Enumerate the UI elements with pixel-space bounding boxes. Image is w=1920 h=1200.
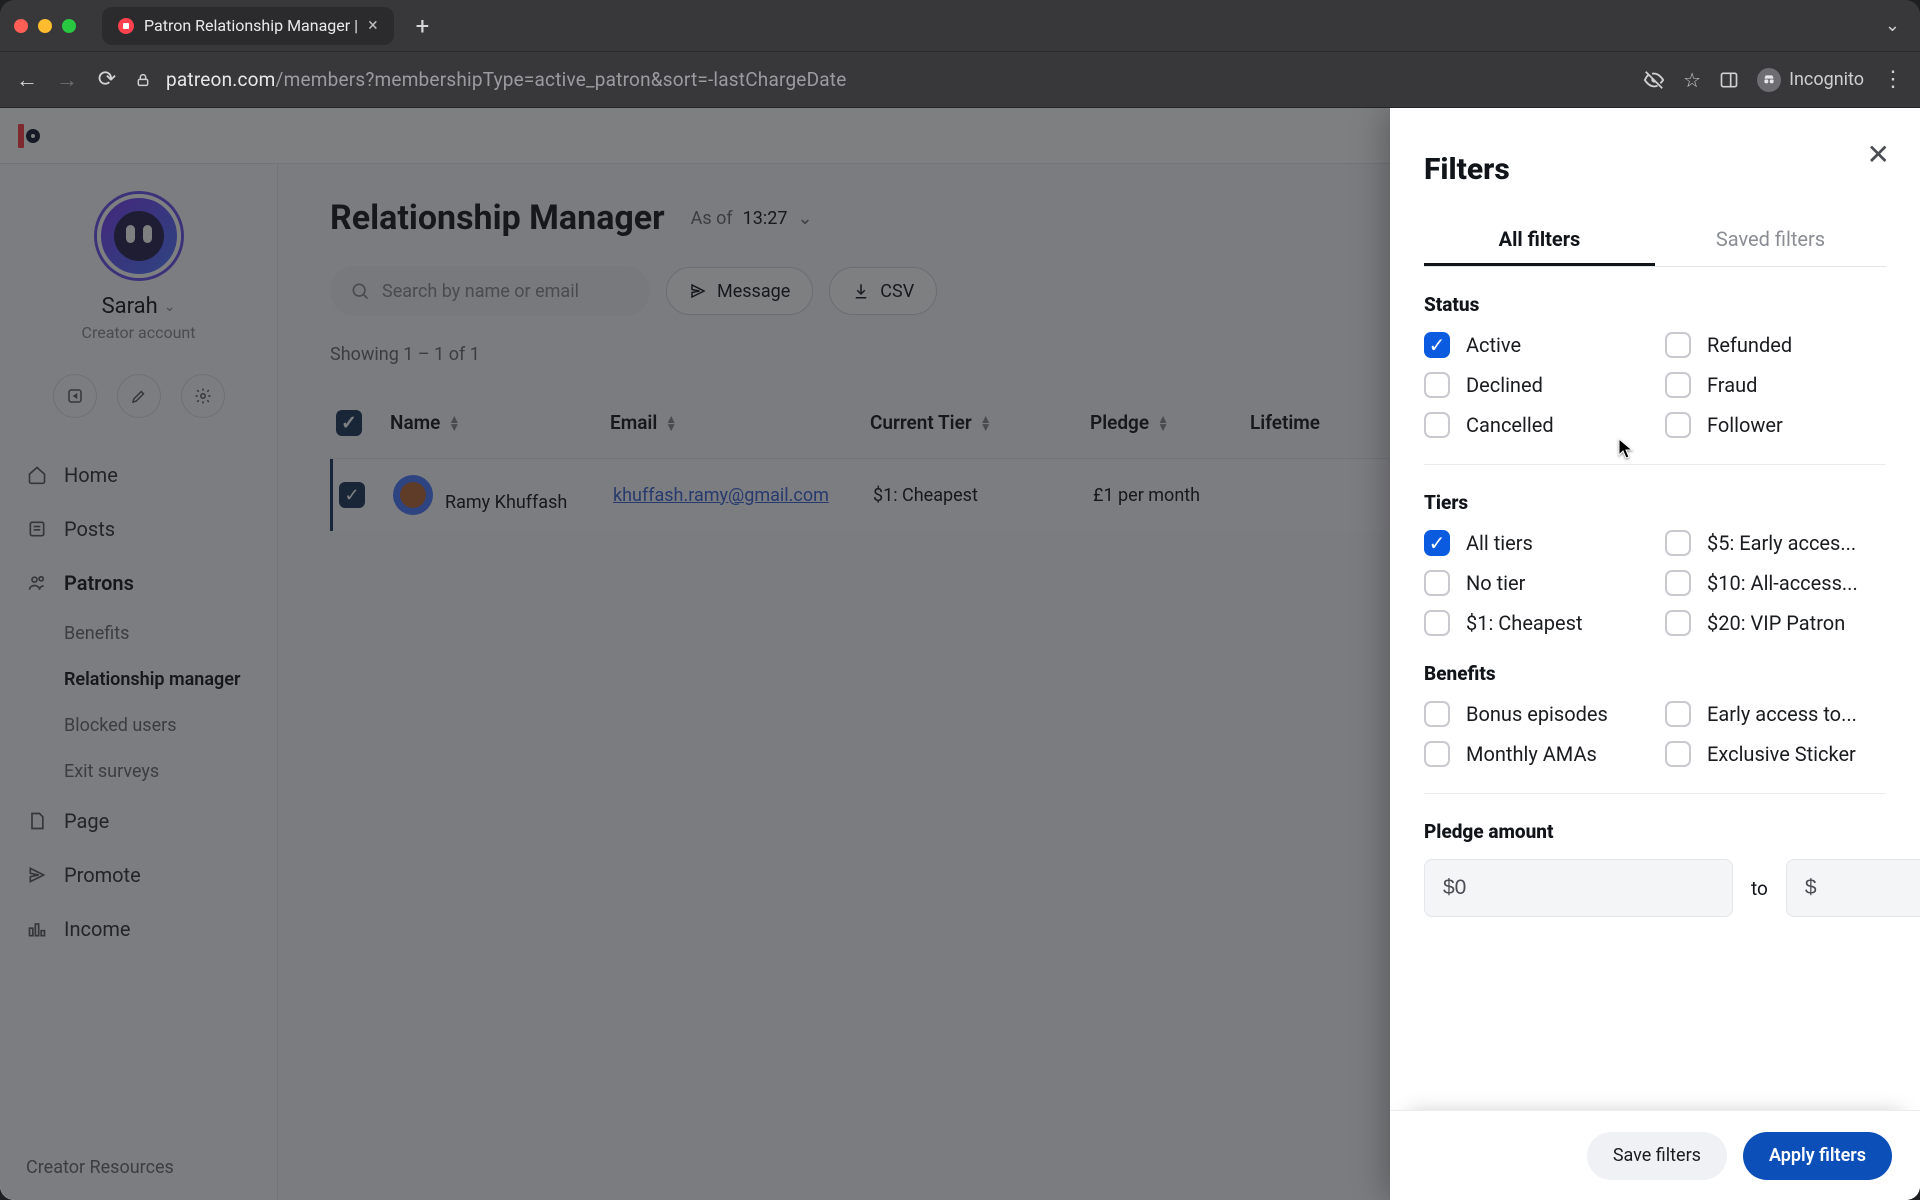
- benefit-early[interactable]: Early access to...: [1665, 701, 1886, 727]
- url-domain: patreon.com: [166, 68, 276, 91]
- browser-tab[interactable]: Patron Relationship Manager | ×: [102, 7, 394, 45]
- status-cancelled[interactable]: Cancelled: [1424, 412, 1645, 438]
- window-titlebar: Patron Relationship Manager | × + ⌄: [0, 0, 1920, 52]
- tier-all[interactable]: ✓All tiers: [1424, 530, 1645, 556]
- favicon-patreon: [118, 18, 134, 34]
- nav-forward-button[interactable]: →: [54, 67, 80, 93]
- pledge-heading: Pledge amount: [1424, 820, 1886, 843]
- lock-icon[interactable]: [134, 71, 152, 89]
- nav-back-button[interactable]: ←: [14, 67, 40, 93]
- status-heading: Status: [1424, 293, 1886, 316]
- url-field[interactable]: patreon.com/members?membershipType=activ…: [166, 68, 1629, 91]
- pledge-max-input[interactable]: [1786, 859, 1920, 917]
- filter-tabs: All filters Saved filters: [1424, 215, 1886, 267]
- address-bar: ← → ⟳ patreon.com/members?membershipType…: [0, 52, 1920, 108]
- tier-none[interactable]: No tier: [1424, 570, 1645, 596]
- tier-5[interactable]: $5: Early acces...: [1665, 530, 1886, 556]
- tab-saved-filters[interactable]: Saved filters: [1655, 215, 1886, 266]
- new-tab-button[interactable]: +: [406, 12, 440, 40]
- nav-reload-button[interactable]: ⟳: [94, 67, 120, 92]
- panel-footer: Save filters Apply filters: [1390, 1110, 1920, 1200]
- status-follower[interactable]: Follower: [1665, 412, 1886, 438]
- status-fraud[interactable]: Fraud: [1665, 372, 1886, 398]
- benefit-bonus[interactable]: Bonus episodes: [1424, 701, 1645, 727]
- window-minimize[interactable]: [38, 19, 52, 33]
- tab-all-filters[interactable]: All filters: [1424, 215, 1655, 266]
- benefit-sticker[interactable]: Exclusive Sticker: [1665, 741, 1886, 767]
- pledge-min-input[interactable]: [1424, 859, 1733, 917]
- pledge-to-label: to: [1751, 877, 1768, 900]
- tabs-overflow-icon[interactable]: ⌄: [1879, 15, 1906, 36]
- star-icon[interactable]: ☆: [1683, 68, 1701, 92]
- close-panel-button[interactable]: ✕: [1867, 138, 1890, 171]
- browser-menu-icon[interactable]: ⋮: [1882, 67, 1906, 92]
- filters-panel: ✕ Filters All filters Saved filters Stat…: [1390, 108, 1920, 1200]
- incognito-icon: [1757, 68, 1781, 92]
- window-controls[interactable]: [14, 19, 76, 33]
- panel-title: Filters: [1424, 152, 1886, 187]
- panel-toggle-icon[interactable]: [1719, 70, 1739, 90]
- apply-filters-button[interactable]: Apply filters: [1743, 1132, 1892, 1180]
- tier-1[interactable]: $1: Cheapest: [1424, 610, 1645, 636]
- incognito-label: Incognito: [1789, 69, 1864, 90]
- tier-10[interactable]: $10: All-access...: [1665, 570, 1886, 596]
- benefits-heading: Benefits: [1424, 662, 1886, 685]
- tab-close-icon[interactable]: ×: [368, 15, 378, 36]
- window-close[interactable]: [14, 19, 28, 33]
- window-zoom[interactable]: [62, 19, 76, 33]
- status-active[interactable]: ✓Active: [1424, 332, 1645, 358]
- url-path: /members?membershipType=active_patron&so…: [276, 68, 847, 91]
- eye-off-icon[interactable]: [1643, 69, 1665, 91]
- status-refunded[interactable]: Refunded: [1665, 332, 1886, 358]
- tier-20[interactable]: $20: VIP Patron: [1665, 610, 1886, 636]
- benefit-ama[interactable]: Monthly AMAs: [1424, 741, 1645, 767]
- tiers-heading: Tiers: [1424, 491, 1886, 514]
- save-filters-button[interactable]: Save filters: [1587, 1132, 1727, 1180]
- status-declined[interactable]: Declined: [1424, 372, 1645, 398]
- incognito-indicator[interactable]: Incognito: [1757, 68, 1864, 92]
- tab-title: Patron Relationship Manager |: [144, 16, 358, 35]
